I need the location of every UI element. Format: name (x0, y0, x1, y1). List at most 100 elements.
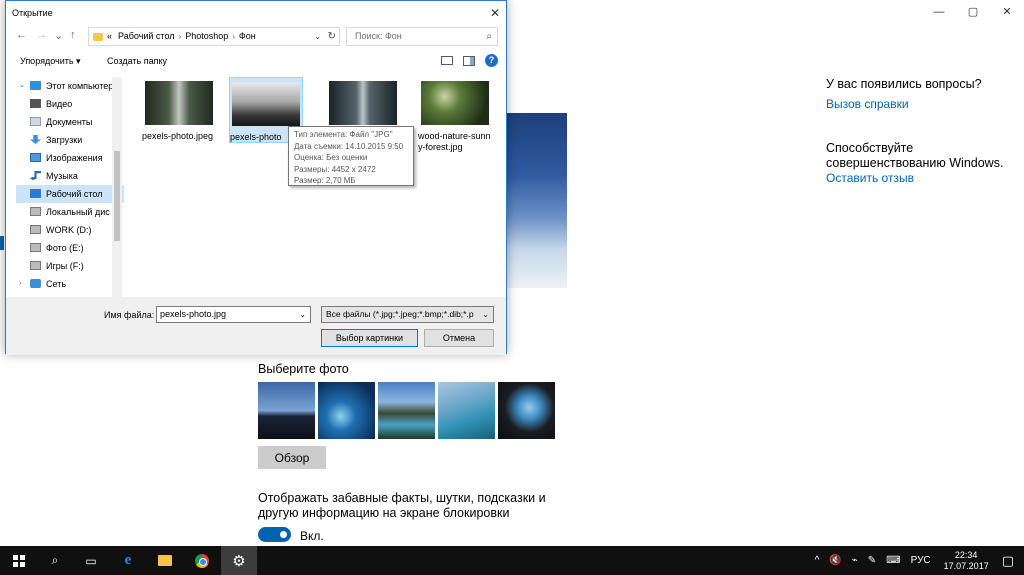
tree-item-this-pc[interactable]: ⌄ Этот компьютер (16, 77, 124, 95)
tree-item-pictures[interactable]: Изображения (16, 149, 124, 167)
tooltip-dimensions: Размеры: 4452 x 2472 (294, 164, 376, 174)
volume-muted-icon[interactable]: 🔇 (829, 555, 841, 566)
search-button[interactable]: ⌕ (37, 546, 73, 575)
new-folder-button[interactable]: Создать папку (107, 56, 167, 66)
recent-locations-button[interactable]: ⌄ (54, 29, 63, 42)
video-icon (30, 99, 41, 108)
file-thumbnail (421, 81, 489, 125)
minimize-button[interactable]: — (922, 2, 956, 22)
dialog-close-button[interactable]: ✕ (490, 1, 500, 25)
help-panel: У вас появились вопросы? Вызов справки С… (826, 77, 1016, 185)
tree-item-desktop[interactable]: Рабочий стол (16, 185, 124, 203)
help-link[interactable]: Вызов справки (826, 97, 1016, 111)
photo-thumbnail[interactable] (438, 382, 495, 439)
tooltip-date: Дата съемки: 14.10.2015 9:50 (294, 141, 404, 151)
tooltip-size: Размер: 2,70 МБ (294, 176, 356, 185)
file-item[interactable]: pexels-photo.jpeg (142, 77, 216, 142)
help-icon[interactable]: ? (485, 54, 498, 67)
tree-item-music[interactable]: Музыка (16, 167, 124, 185)
photo-thumbnail[interactable] (378, 382, 435, 439)
chevron-down-icon[interactable]: ⌄ (482, 307, 489, 322)
task-view-button[interactable]: ▭ (73, 546, 109, 575)
open-file-dialog: Открытие ✕ ← → ⌄ ↑ « Рабочий стол › Phot… (5, 0, 507, 355)
forward-button[interactable]: → (36, 29, 47, 41)
tree-item-network[interactable]: › Сеть (16, 275, 124, 293)
file-list: pexels-photo.jpeg pexels-photo wood-natu… (136, 77, 506, 297)
search-icon: ⌕ (486, 31, 492, 42)
navigation-tree: ⌄ Этот компьютер Видео Документы Загрузки… (16, 77, 124, 297)
tree-item-photo-e[interactable]: Фото (E:) (16, 239, 124, 257)
tree-item-documents[interactable]: Документы (16, 113, 124, 131)
settings-button[interactable]: ⚙ (221, 546, 257, 575)
network-icon[interactable]: ⌁ (852, 555, 858, 566)
tree-scrollbar[interactable] (112, 77, 122, 297)
tooltip-rating: Оценка: Без оценки (294, 153, 368, 162)
tree-item-downloads[interactable]: Загрузки (16, 131, 124, 149)
tree-item-videos[interactable]: Видео (16, 95, 124, 113)
gear-icon: ⚙ (232, 552, 246, 570)
cancel-button[interactable]: Отмена (424, 329, 494, 347)
breadcrumb-separator: › (178, 32, 182, 41)
filename-value: pexels-photo.jpg (160, 309, 227, 319)
chevron-down-icon[interactable]: ⌄ (314, 28, 321, 45)
chrome-button[interactable] (184, 546, 220, 575)
photo-thumbnail[interactable] (258, 382, 315, 439)
file-thumbnail (145, 81, 213, 125)
breadcrumb-fon[interactable]: Фон (239, 28, 256, 45)
refresh-icon[interactable]: ↻ (328, 28, 336, 45)
photo-thumbnail[interactable] (318, 382, 375, 439)
breadcrumb-desktop[interactable]: Рабочий стол (118, 28, 175, 45)
keyboard-icon[interactable]: ⌨ (886, 555, 900, 566)
notification-icon[interactable]: ▢ (1002, 553, 1014, 569)
browse-button[interactable]: Обзор (258, 446, 326, 469)
file-thumbnail (329, 81, 397, 125)
collapse-icon[interactable]: ⌄ (19, 77, 25, 95)
start-button[interactable] (1, 546, 37, 575)
language-indicator[interactable]: РУС (911, 555, 931, 566)
explorer-button[interactable] (147, 546, 183, 575)
drive-icon (30, 225, 41, 234)
tree-item-label: Локальный дис (46, 207, 110, 217)
search-icon: ⌕ (51, 553, 59, 567)
filename-input[interactable]: pexels-photo.jpg ⌄ (156, 306, 311, 323)
file-item[interactable] (326, 77, 400, 131)
tree-item-label: Музыка (46, 171, 78, 181)
chevron-down-icon[interactable]: ⌄ (299, 307, 306, 322)
photo-thumbnail[interactable] (498, 382, 555, 439)
search-placeholder: Поиск: Фон (355, 31, 402, 41)
maximize-button[interactable]: ▢ (956, 2, 990, 22)
expand-icon[interactable]: › (19, 275, 21, 293)
pen-icon[interactable]: ✎ (868, 555, 876, 566)
tree-item-work-d[interactable]: WORK (D:) (16, 221, 124, 239)
contribute-text: Способствуйте совершенствованию Windows. (826, 141, 1004, 170)
fun-facts-toggle[interactable] (258, 527, 291, 542)
breadcrumb-photoshop[interactable]: Photoshop (185, 28, 228, 45)
search-input[interactable]: Поиск: Фон ⌕ (346, 27, 498, 46)
clock[interactable]: 22:34 17.07.2017 (944, 550, 989, 572)
filetype-select[interactable]: Все файлы (*.jpg;*.jpeg;*.bmp;*.dib;*.p … (321, 306, 494, 323)
open-button[interactable]: Выбор картинки (321, 329, 418, 347)
file-item[interactable]: wood-nature-sunny-forest.jpg (418, 77, 492, 153)
up-button[interactable]: ↑ (70, 29, 76, 41)
chrome-icon (195, 553, 209, 568)
tree-item-label: Видео (46, 99, 73, 109)
tree-item-label: Фото (E:) (46, 243, 84, 253)
preview-pane-icon[interactable] (463, 55, 475, 66)
clock-time: 22:34 (954, 549, 978, 560)
organize-button[interactable]: Упорядочить ▾ (20, 56, 81, 67)
pc-icon (30, 81, 41, 90)
change-view-icon[interactable] (441, 56, 453, 65)
close-button[interactable]: ✕ (990, 2, 1024, 22)
tree-item-local-disk[interactable]: Локальный дис (16, 203, 124, 221)
network-icon (30, 279, 41, 288)
file-explorer-icon (158, 555, 172, 566)
feedback-link[interactable]: Оставить отзыв (826, 171, 1016, 185)
tree-item-label: Сеть (46, 279, 67, 289)
tree-item-games-f[interactable]: Игры (F:) (16, 257, 124, 275)
show-hidden-icons[interactable]: ^ (815, 555, 820, 566)
back-button[interactable]: ← (16, 29, 27, 41)
tree-item-label: Этот компьютер (46, 81, 114, 91)
scrollbar-thumb[interactable] (114, 151, 120, 241)
address-bar[interactable]: « Рабочий стол › Photoshop › Фон ⌄ ↻ (88, 27, 340, 46)
edge-button[interactable]: e (110, 546, 146, 575)
